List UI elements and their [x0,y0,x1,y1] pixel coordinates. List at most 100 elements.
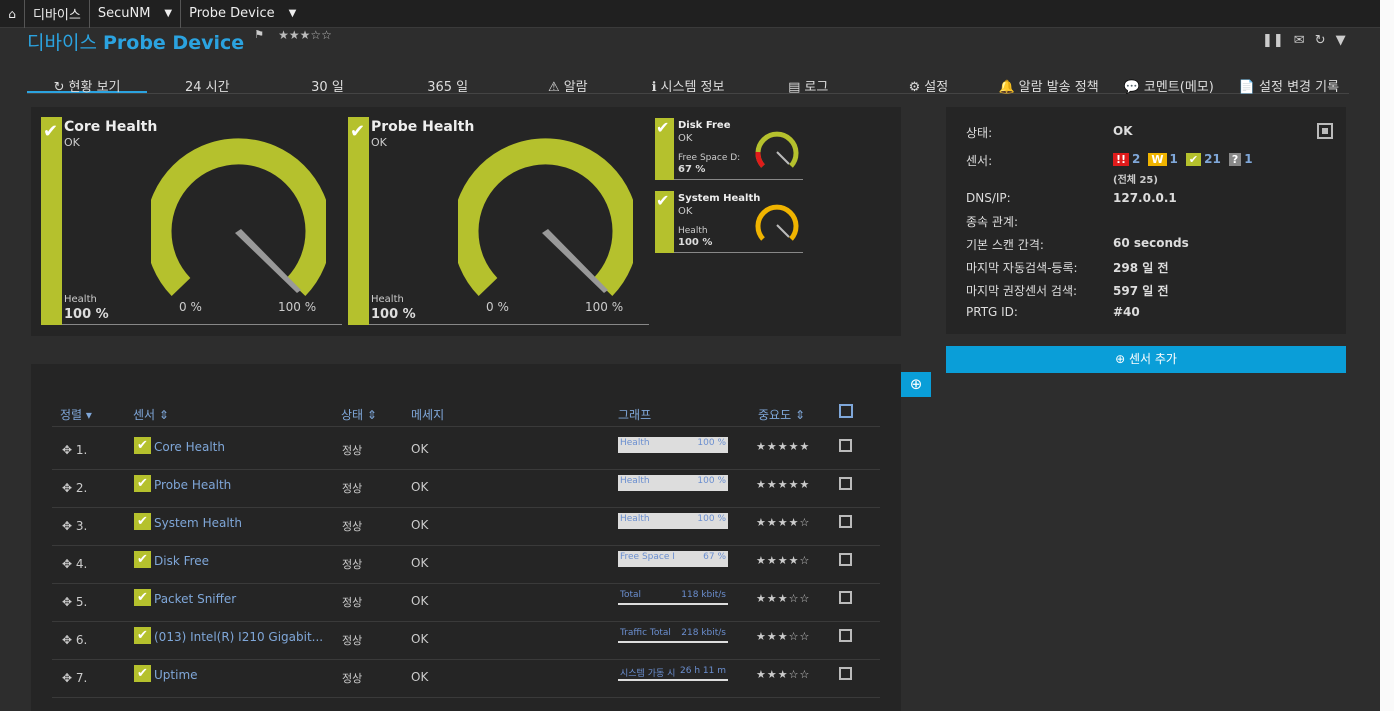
table-row[interactable]: ✥ 7. ✔ Uptime 정상 OK 시스템 가동 시 26 h 11 m ★★★☆☆ [52,660,880,698]
gauges-panel: ✔ Core Health OK 0 % 100 % Health 100 % … [31,107,901,336]
refresh-icon[interactable]: ↻ [1315,33,1326,48]
priority-stars[interactable]: ★★★☆☆ [756,592,810,605]
row-select-checkbox[interactable] [839,515,852,528]
home-icon[interactable]: ⌂ [0,7,24,21]
row-select-checkbox[interactable] [839,553,852,566]
mini-graph[interactable]: Total 118 kbit/s [618,589,728,605]
chevron-down-icon[interactable]: ▼ [289,8,297,19]
sensor-link[interactable]: Core Health [154,440,225,454]
check-icon: ✔ [43,121,59,142]
device-info-panel: 상태: OK 센서: !! 2 W 1 ✔ 21? 1 (전체 25) DNS/IP: 127.… [946,107,1346,334]
flag-icon[interactable]: ⚑ [254,28,264,41]
drag-handle[interactable]: ✥ 5. [62,595,87,609]
comment-icon: 💬 [1123,80,1140,95]
sensor-link[interactable]: Packet Sniffer [154,592,236,606]
row-select-checkbox[interactable] [839,667,852,680]
priority-stars[interactable]: ★★★★★ [756,440,810,453]
tab-9[interactable]: 💬 코멘트(메모) [1109,72,1229,95]
add-button[interactable]: ⊕ [901,372,931,397]
table-row[interactable]: ✥ 5. ✔ Packet Sniffer 정상 OK Total 118 kbit/s ★★… [52,584,880,622]
state-header[interactable]: 상태 ⇕ [341,406,377,423]
sensor-header[interactable]: 센서 ⇕ [133,406,169,423]
tab-8[interactable]: 🔔 알람 발송 정책 [989,72,1109,95]
row-select-checkbox[interactable] [839,477,852,490]
check-icon: ✔ [656,118,670,137]
sensor-state-count[interactable]: 2 [1132,152,1140,166]
sensor-message: OK [411,632,429,646]
sensor-state-badge[interactable]: W [1148,153,1167,166]
drag-handle[interactable]: ✥ 4. [62,557,87,571]
top-breadcrumb-bar: ⌂ 디바이스 SecuNM ▼ Probe Device ▼ [0,0,1380,28]
sensor-link[interactable]: Uptime [154,668,198,682]
drag-handle[interactable]: ✥ 1. [62,443,87,457]
mini-graph[interactable]: Health 100 % [618,475,728,491]
sensor-state-badge[interactable]: ✔ [1185,153,1202,166]
sort-header[interactable]: 정렬 ▾ [60,406,92,423]
sensor-state-badge[interactable]: !! [1113,153,1130,166]
drag-handle[interactable]: ✥ 2. [62,481,87,495]
priority-stars[interactable]: ★★★★★ [756,478,810,491]
mini-graph[interactable]: 시스템 가동 시 26 h 11 m [618,665,728,681]
table-row[interactable]: ✥ 6. ✔ (013) Intel(R) I210 Gigabit... 정상 OK T… [52,622,880,660]
row-select-checkbox[interactable] [839,629,852,642]
select-all-checkbox[interactable] [839,404,853,418]
pause-icon[interactable]: ❚❚ [1262,33,1284,48]
tab-1[interactable]: 24 시간 [147,72,267,95]
breadcrumb-probe-device[interactable]: Probe Device ▼ [180,0,304,28]
tab-3[interactable]: 365 일 [388,72,508,95]
gauge-probe-health[interactable]: ✔ Probe Health OK 0 % 100 % Health 100 % [348,117,649,332]
table-row[interactable]: ✥ 4. ✔ Disk Free 정상 OK Free Space I 67 % ★★★★☆ [52,546,880,584]
tab-7[interactable]: ⚙ 설정 [868,72,988,95]
qr-code-icon[interactable] [1317,123,1333,139]
sensor-state-count[interactable]: 1 [1244,152,1252,166]
check-icon: ✔ [134,437,151,454]
sensor-state-count[interactable]: 1 [1170,152,1178,166]
tab-10[interactable]: 📄 설정 변경 기록 [1229,72,1349,95]
row-select-checkbox[interactable] [839,591,852,604]
table-row[interactable]: ✥ 3. ✔ System Health 정상 OK Health 100 % ★★★★☆ [52,508,880,546]
sensor-link[interactable]: Probe Health [154,478,231,492]
mini-graph[interactable]: Free Space I 67 % [618,551,728,567]
check-icon: ✔ [134,513,151,530]
gauge-disk-free[interactable]: ✔ Disk Free OK Free Space D: 67 % [655,118,803,183]
priority-header[interactable]: 중요도 ⇕ [758,406,805,423]
sensor-state-count[interactable]: 21 [1204,152,1221,166]
mini-graph[interactable]: Health 100 % [618,437,728,453]
sensor-message: OK [411,518,429,532]
row-select-checkbox[interactable] [839,439,852,452]
mini-graph[interactable]: Traffic Total 218 kbit/s [618,627,728,643]
table-row[interactable]: ✥ 2. ✔ Probe Health 정상 OK Health 100 % ★★★★★ [52,470,880,508]
sensor-state-badge[interactable]: ? [1228,153,1242,166]
add-sensor-button[interactable]: ⊕ 센서 추가 [946,346,1346,373]
sensor-state: 정상 [342,596,363,609]
breadcrumb-secunm[interactable]: SecuNM ▼ [88,0,180,28]
sensor-state: 정상 [342,558,363,571]
chevron-down-icon[interactable]: ▼ [164,8,172,19]
chevron-down-icon[interactable]: ▼ [1336,33,1346,48]
priority-stars[interactable]: ★★★★☆ [756,516,810,529]
tab-6[interactable]: ▤ 로그 [748,72,868,95]
device-name: Probe Device [102,32,245,54]
mail-icon[interactable]: ✉ [1294,33,1305,48]
gauge-core-health[interactable]: ✔ Core Health OK 0 % 100 % Health 100 % [41,117,342,332]
mini-graph[interactable]: Health 100 % [618,513,728,529]
priority-stars[interactable]: ★★★☆☆ [756,630,810,643]
sensor-list: 정렬 ▾ 센서 ⇕ 상태 ⇕ 메세지 그래프 중요도 ⇕ ✥ 1. ✔ Core H… [31,364,901,711]
sensor-link[interactable]: Disk Free [154,554,209,568]
drag-handle[interactable]: ✥ 6. [62,633,87,647]
priority-stars[interactable]: ★★★☆☆ [756,668,810,681]
tab-5[interactable]: ℹ 시스템 정보 [628,72,748,95]
gauge-system-health[interactable]: ✔ System Health OK Health 100 % [655,191,803,256]
tab-2[interactable]: 30 일 [267,72,387,95]
sensor-link[interactable]: (013) Intel(R) I210 Gigabit... [154,630,323,644]
priority-stars[interactable]: ★★★★☆ [756,554,810,567]
tab-0[interactable]: ↻ 현황 보기 [27,72,148,95]
drag-handle[interactable]: ✥ 3. [62,519,87,533]
table-row[interactable]: ✥ 1. ✔ Core Health 정상 OK Health 100 % ★★★★★ [52,432,880,470]
drag-handle[interactable]: ✥ 7. [62,671,87,685]
priority-stars[interactable]: ★★★☆☆ [278,28,332,42]
sensor-state: 정상 [342,634,363,647]
sensor-link[interactable]: System Health [154,516,242,530]
tab-4[interactable]: ⚠ 알람 [508,72,628,95]
breadcrumb-devices[interactable]: 디바이스 [24,0,89,28]
